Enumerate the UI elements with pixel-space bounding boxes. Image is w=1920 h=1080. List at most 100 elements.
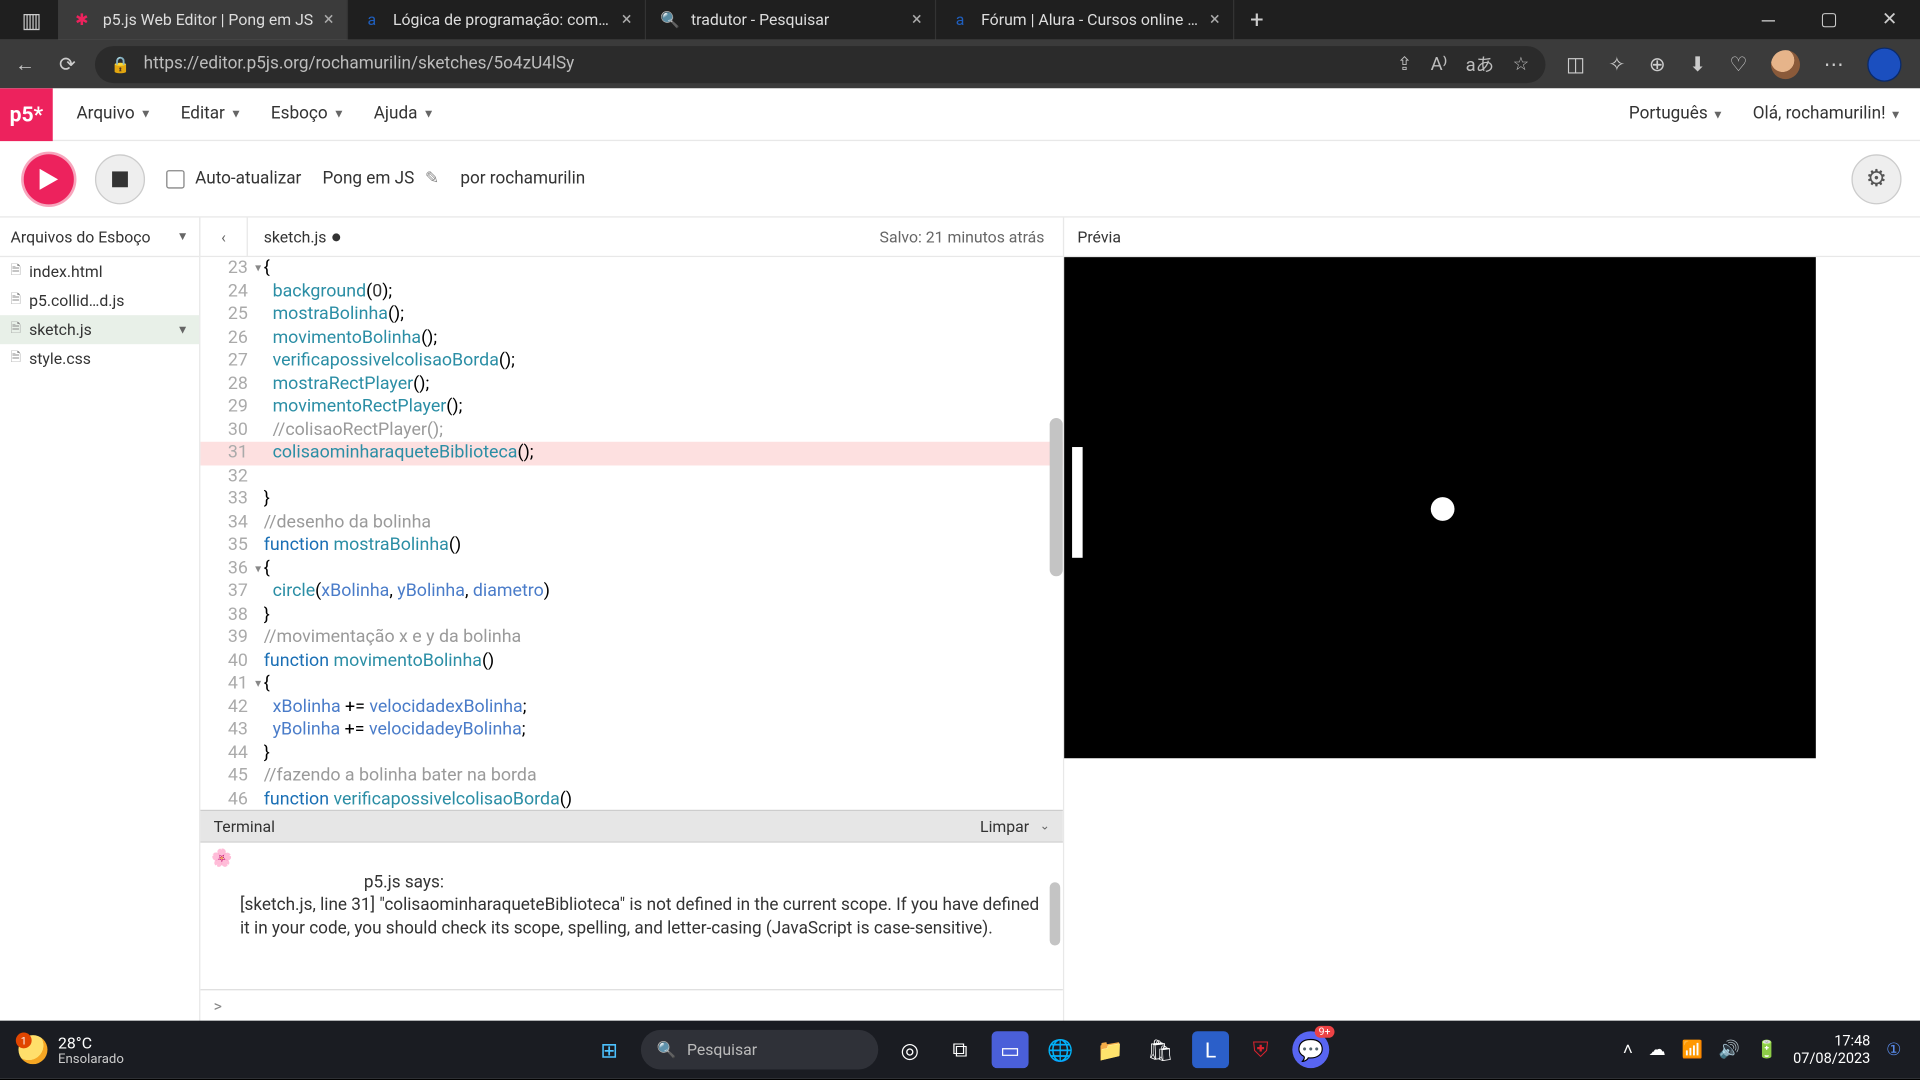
file-item[interactable]: 🗎style.css <box>0 344 199 373</box>
edge-icon[interactable]: 🌐 <box>1042 1031 1079 1068</box>
file-item[interactable]: 🗎sketch.js▼ <box>0 315 199 344</box>
code-line[interactable]: 27 verificapossivelcolisaoBorda(); <box>200 349 1062 372</box>
code-editor[interactable]: 23▾{24 background(0);25 mostraBolinha();… <box>200 257 1062 810</box>
code-line[interactable]: 44} <box>200 742 1062 765</box>
downloads-icon[interactable]: ⬇ <box>1689 52 1706 76</box>
terminal-input[interactable]: > <box>200 989 1062 1021</box>
file-icon: 🗎 <box>11 318 22 340</box>
browser-tab[interactable]: ✱p5.js Web Editor | Pong em JS× <box>58 0 348 40</box>
terminal-clear-button[interactable]: Limpar ⌄ <box>980 817 1050 835</box>
favorite-icon[interactable]: ☆ <box>1513 53 1530 74</box>
tab-close-icon[interactable]: × <box>324 9 334 30</box>
auto-update-checkbox[interactable] <box>166 169 184 187</box>
weather-widget[interactable]: 1 28°C Ensolarado <box>0 1033 124 1066</box>
tray-chevron-icon[interactable]: ˄ <box>1623 1039 1633 1060</box>
share-icon[interactable]: ⇪ <box>1397 53 1412 74</box>
volume-icon[interactable]: 🔊 <box>1719 1040 1740 1060</box>
code-line[interactable]: 32 <box>200 465 1062 488</box>
window-minimize-button[interactable]: ─ <box>1738 0 1799 40</box>
menu-item[interactable]: Arquivo ▼ <box>76 104 151 124</box>
start-button[interactable]: ⊞ <box>591 1031 628 1068</box>
code-line[interactable]: 40function movimentoBolinha() <box>200 649 1062 672</box>
browser-tab[interactable]: 🔍tradutor - Pesquisar× <box>646 0 936 40</box>
code-line[interactable]: 34//desenho da bolinha <box>200 511 1062 534</box>
tab-close-icon[interactable]: × <box>622 9 632 30</box>
discord-icon[interactable]: 💬9+ <box>1292 1031 1329 1068</box>
collections-icon[interactable]: ⊕ <box>1649 52 1666 76</box>
browser-tab[interactable]: aFórum | Alura - Cursos online de× <box>936 0 1234 40</box>
bing-chat-icon[interactable] <box>1867 47 1901 81</box>
code-line[interactable]: 36▾{ <box>200 557 1062 580</box>
code-line[interactable]: 41▾{ <box>200 673 1062 696</box>
mcafee-icon[interactable]: ⛨ <box>1242 1031 1279 1068</box>
p5-logo[interactable]: p5* <box>0 88 53 141</box>
battery-icon[interactable]: 🔋 <box>1756 1040 1777 1060</box>
language-menu[interactable]: Português ▼ <box>1629 104 1724 124</box>
translate-icon[interactable]: aあ <box>1466 51 1495 77</box>
code-line[interactable]: 25 mostraBolinha(); <box>200 303 1062 326</box>
code-line[interactable]: 38} <box>200 603 1062 626</box>
code-line[interactable]: 42 xBolinha += velocidadexBolinha; <box>200 696 1062 719</box>
menu-item[interactable]: Esboço ▼ <box>271 104 345 124</box>
wifi-icon[interactable]: 📶 <box>1682 1040 1703 1060</box>
tab-close-icon[interactable]: × <box>912 9 922 30</box>
code-line[interactable]: 39//movimentação x e y da bolinha <box>200 626 1062 649</box>
file-item[interactable]: 🗎p5.collid…d.js <box>0 286 199 315</box>
notifications-icon[interactable]: ① <box>1886 1040 1901 1060</box>
play-button[interactable] <box>24 154 74 204</box>
more-icon[interactable]: ⋯ <box>1824 52 1844 76</box>
url-input[interactable]: 🔒 https://editor.p5js.org/rochamurilin/s… <box>95 45 1545 82</box>
code-line[interactable]: 23▾{ <box>200 257 1062 280</box>
code-line[interactable]: 35function mostraBolinha() <box>200 534 1062 557</box>
code-line[interactable]: 26 movimentoBolinha(); <box>200 326 1062 349</box>
task-view-icon[interactable]: ⧉ <box>942 1031 979 1068</box>
sketch-name[interactable]: Pong em JS <box>322 169 414 189</box>
new-tab-button[interactable]: + <box>1234 6 1279 34</box>
files-header[interactable]: Arquivos do Esboço▼ <box>0 218 199 258</box>
code-line[interactable]: 45//fazendo a bolinha bater na borda <box>200 765 1062 788</box>
read-aloud-icon[interactable]: A⁾ <box>1431 53 1448 74</box>
user-menu[interactable]: Olá, rochamurilin! ▼ <box>1753 104 1902 124</box>
nav-refresh-button[interactable]: ⟳ <box>53 52 82 76</box>
taskbar-search[interactable]: 🔍 Pesquisar <box>641 1030 878 1070</box>
onedrive-icon[interactable]: ☁ <box>1649 1040 1666 1060</box>
tab-close-icon[interactable]: × <box>1210 9 1220 30</box>
chevron-down-icon[interactable]: ▼ <box>177 322 189 337</box>
browser-tab[interactable]: aLógica de programação: comece× <box>348 0 646 40</box>
code-line[interactable]: 43 yBolinha += velocidadeyBolinha; <box>200 719 1062 742</box>
tab-overview-icon[interactable]: ▥ <box>18 7 44 33</box>
nav-back-button[interactable]: ← <box>11 52 40 76</box>
unsaved-dot-icon <box>332 233 340 241</box>
split-screen-icon[interactable]: ◫ <box>1566 52 1585 76</box>
store-icon[interactable]: 🛍 <box>1142 1031 1179 1068</box>
edit-name-icon[interactable]: ✎ <box>425 169 439 189</box>
code-line[interactable]: 31 colisaominharaqueteBiblioteca(); <box>200 442 1062 465</box>
code-line[interactable]: 29 movimentoRectPlayer(); <box>200 396 1062 419</box>
window-close-button[interactable]: ✕ <box>1859 0 1920 40</box>
code-line[interactable]: 28 mostraRectPlayer(); <box>200 373 1062 396</box>
performance-icon[interactable]: ♡ <box>1730 52 1748 76</box>
code-line[interactable]: 30 //colisaoRectPlayer(); <box>200 419 1062 442</box>
code-line[interactable]: 46function verificapossivelcolisaoBorda(… <box>200 788 1062 810</box>
favorites-bar-icon[interactable]: ✧ <box>1609 52 1626 76</box>
settings-button[interactable]: ⚙ <box>1851 154 1901 204</box>
code-line[interactable]: 37 circle(xBolinha, yBolinha, diametro) <box>200 580 1062 603</box>
code-line[interactable]: 33} <box>200 488 1062 511</box>
file-icon: 🗎 <box>11 289 22 311</box>
window-maximize-button[interactable]: ▢ <box>1799 0 1860 40</box>
explorer-icon[interactable]: 📁 <box>1092 1031 1129 1068</box>
code-line[interactable]: 24 background(0); <box>200 280 1062 303</box>
editor-scrollbar[interactable] <box>1050 418 1063 576</box>
clock[interactable]: 17:48 07/08/2023 <box>1793 1033 1870 1067</box>
profile-avatar[interactable] <box>1771 49 1800 78</box>
file-item[interactable]: 🗎index.html <box>0 257 199 286</box>
app-icon-1[interactable]: L <box>1192 1031 1229 1068</box>
menu-item[interactable]: Ajuda ▼ <box>374 104 435 124</box>
menu-item[interactable]: Editar ▼ <box>181 104 242 124</box>
tab-title: Lógica de programação: comece <box>393 11 611 29</box>
chat-icon[interactable]: ▭ <box>992 1031 1029 1068</box>
collapse-sidebar-button[interactable]: ‹ <box>200 217 247 257</box>
copilot-icon[interactable]: ◎ <box>891 1031 928 1068</box>
terminal-scrollbar[interactable] <box>1050 882 1061 945</box>
stop-button[interactable] <box>95 154 145 204</box>
